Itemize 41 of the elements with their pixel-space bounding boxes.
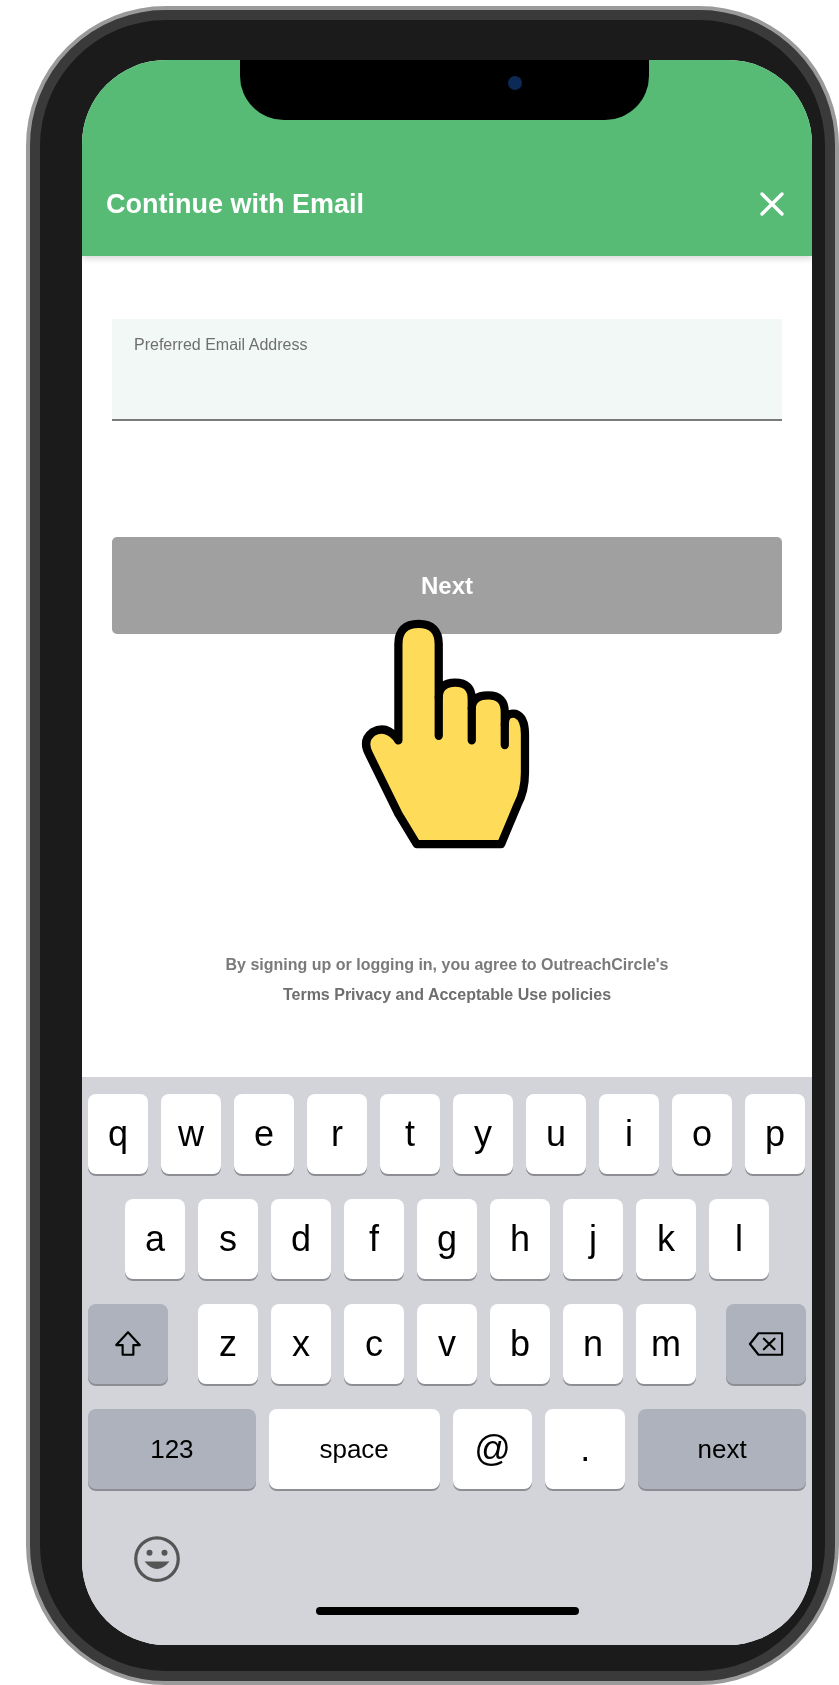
- keyboard-key[interactable]: d: [271, 1199, 331, 1279]
- keyboard-key[interactable]: h: [490, 1199, 550, 1279]
- keyboard-key[interactable]: o: [672, 1094, 732, 1174]
- keyboard-key[interactable]: t: [380, 1094, 440, 1174]
- keyboard-key[interactable]: k: [636, 1199, 696, 1279]
- keyboard-key[interactable]: q: [88, 1094, 148, 1174]
- keyboard-key[interactable]: r: [307, 1094, 367, 1174]
- keyboard-key[interactable]: s: [198, 1199, 258, 1279]
- terms-text: By signing up or logging in, you agree to OutreachCircle's: [225, 956, 669, 974]
- next-key[interactable]: next: [638, 1409, 806, 1489]
- keyboard-key[interactable]: y: [453, 1094, 513, 1174]
- keyboard-key[interactable]: n: [563, 1304, 623, 1384]
- keyboard-key[interactable]: l: [709, 1199, 769, 1279]
- keyboard-key[interactable]: .: [545, 1409, 626, 1489]
- keyboard-key[interactable]: f: [344, 1199, 404, 1279]
- keyboard-key[interactable]: z: [198, 1304, 258, 1384]
- keyboard-key[interactable]: j: [563, 1199, 623, 1279]
- keyboard-key[interactable]: u: [526, 1094, 586, 1174]
- keyboard-key[interactable]: e: [234, 1094, 294, 1174]
- keyboard-key[interactable]: w: [161, 1094, 221, 1174]
- numbers-key[interactable]: 123: [88, 1409, 256, 1489]
- shift-arrow-icon: [113, 1329, 143, 1359]
- backspace-icon: [746, 1329, 786, 1359]
- keyboard-key[interactable]: g: [417, 1199, 477, 1279]
- email-input-field[interactable]: Preferred Email Address: [112, 319, 782, 421]
- header-title: Continue with Email: [106, 189, 364, 220]
- keyboard-key[interactable]: b: [490, 1304, 550, 1384]
- keyboard-key[interactable]: c: [344, 1304, 404, 1384]
- keyboard-key[interactable]: @: [452, 1409, 533, 1489]
- keyboard-key[interactable]: i: [599, 1094, 659, 1174]
- keyboard-key[interactable]: v: [417, 1304, 477, 1384]
- space-key[interactable]: space: [268, 1409, 440, 1489]
- camera-icon: [508, 76, 522, 90]
- keyboard-key[interactable]: a: [125, 1199, 185, 1279]
- keyboard-key[interactable]: x: [271, 1304, 331, 1384]
- delete-key[interactable]: [726, 1304, 806, 1384]
- keyboard-key[interactable]: p: [745, 1094, 805, 1174]
- emoji-icon[interactable]: [132, 1534, 182, 1584]
- keyboard-key[interactable]: m: [636, 1304, 696, 1384]
- terms-link[interactable]: Terms Privacy and Acceptable Use policies: [282, 986, 612, 1004]
- shift-key[interactable]: [88, 1304, 168, 1384]
